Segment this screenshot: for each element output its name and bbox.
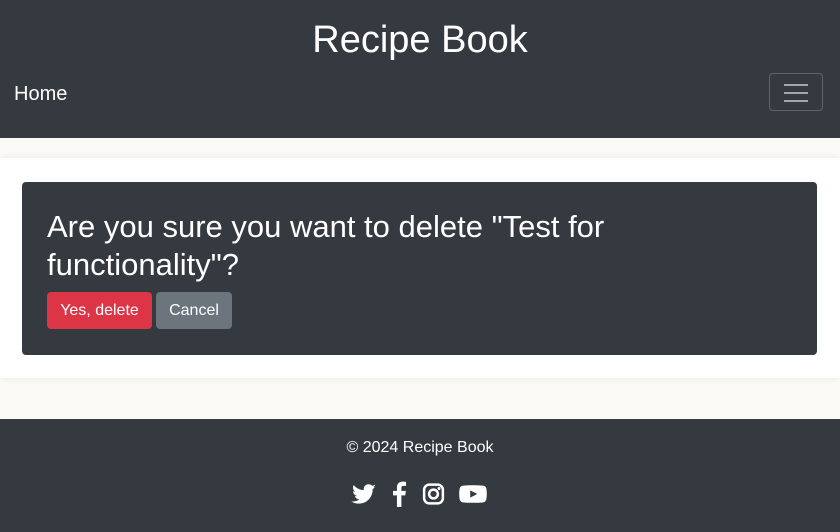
delete-confirmation-card: Are you sure you want to delete "Test fo… [22, 182, 817, 355]
main-content: Are you sure you want to delete "Test fo… [0, 158, 840, 378]
site-header: Recipe Book Home [0, 0, 840, 138]
site-title: Recipe Book [312, 19, 528, 61]
confirm-delete-button[interactable]: Yes, delete [47, 292, 152, 329]
nav-home-link[interactable]: Home [14, 82, 67, 106]
hamburger-menu-icon [784, 84, 808, 102]
youtube-icon[interactable] [459, 481, 487, 507]
delete-confirmation-title: Are you sure you want to delete "Test fo… [47, 209, 605, 282]
instagram-icon[interactable] [421, 481, 446, 507]
navbar-toggler-button[interactable] [769, 73, 823, 111]
cancel-button[interactable]: Cancel [156, 292, 232, 329]
facebook-icon[interactable] [391, 481, 407, 507]
site-footer: © 2024 Recipe Book [0, 419, 840, 532]
twitter-icon[interactable] [351, 481, 377, 507]
footer-copyright: © 2024 Recipe Book [346, 439, 494, 456]
